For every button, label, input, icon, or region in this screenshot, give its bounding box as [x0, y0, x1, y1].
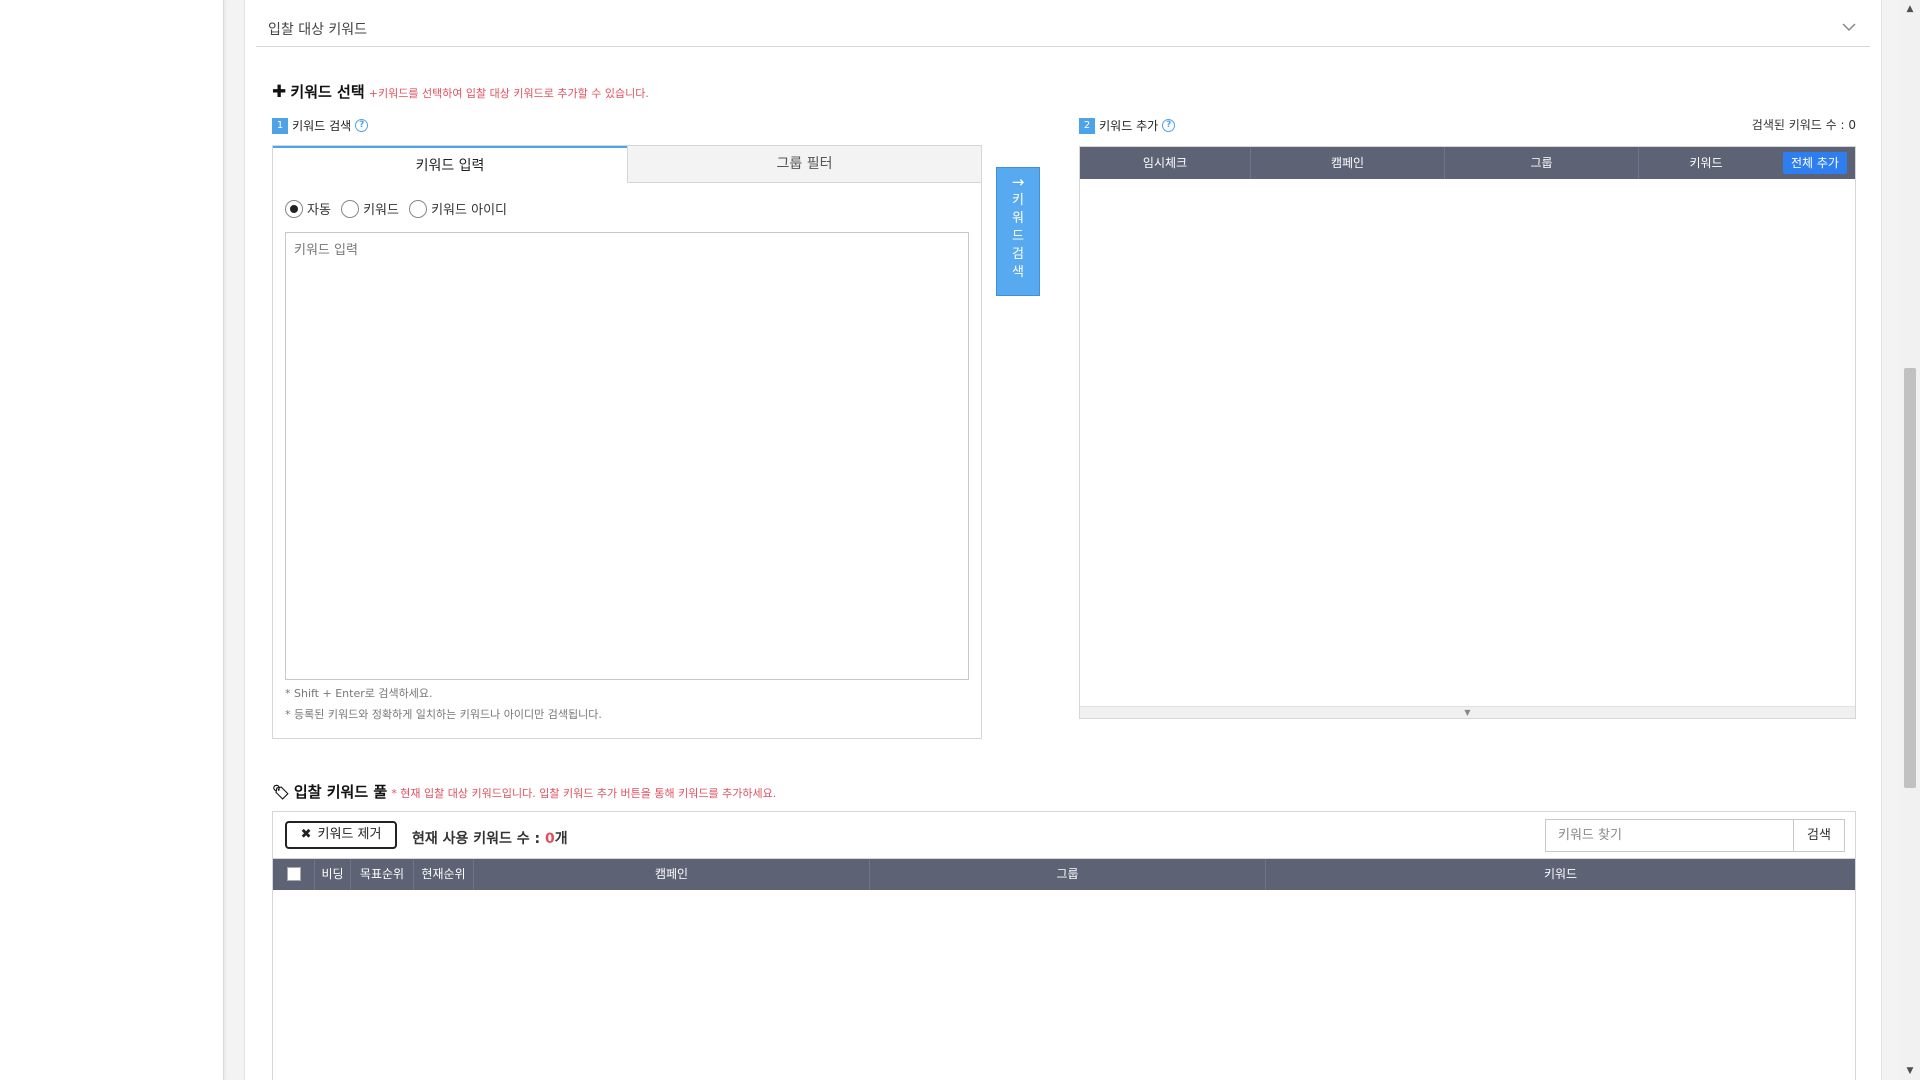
radio-keyword[interactable] — [341, 199, 360, 218]
column-group: 그룹 — [1445, 147, 1639, 179]
keyword-select-description: +키워드를 선택하여 입찰 대상 키워드로 추가할 수 있습니다. — [368, 87, 649, 100]
tab-keyword-input[interactable]: 키워드 입력 — [273, 146, 627, 183]
keyword-input-textarea[interactable] — [285, 232, 969, 680]
keyword-search-panel: 키워드 입력 그룹 필터 자동 키워드 키워드 아이디 * Shift + En… — [272, 145, 982, 739]
column-bidding: 비딩 — [315, 859, 351, 890]
keyword-pool-table-header: 비딩 목표순위 현재순위 캠페인 그룹 키워드 — [273, 859, 1855, 890]
section-title: 입찰 대상 키워드 — [268, 22, 368, 38]
radio-auto[interactable] — [285, 199, 303, 218]
column-campaign: 캠페인 — [474, 859, 870, 890]
arrow-right-icon: → — [1011, 173, 1025, 191]
keyword-search-label: 키워드 검색 — [292, 119, 352, 133]
radio-auto-label: 자동 — [307, 203, 331, 218]
keyword-add-label-row: 2 키워드 추가 ? — [1079, 117, 1176, 134]
radio-keyword-id-label: 키워드 아이디 — [431, 203, 507, 218]
column-keyword: 키워드 — [1689, 156, 1723, 170]
column-campaign: 캠페인 — [1251, 147, 1445, 179]
scrollbar-thumb[interactable] — [1904, 368, 1916, 788]
tags-icon: 🏷 — [272, 785, 290, 801]
plus-icon: ✚ — [272, 82, 287, 102]
keyword-pool-description: * 현재 입찰 대상 키워드입니다. 입찰 키워드 추가 버튼을 통해 키워드를… — [391, 787, 777, 800]
keyword-find-input[interactable] — [1545, 819, 1793, 852]
step-badge-2: 2 — [1079, 117, 1095, 134]
keyword-search-button-label: 키 워 드 검 색 — [1012, 193, 1024, 280]
radio-keyword-id[interactable] — [409, 199, 428, 218]
keyword-pool-title: 입찰 키워드 풀 — [293, 783, 388, 801]
keyword-search-label-row: 1 키워드 검색 ? — [272, 117, 369, 134]
remove-keyword-button[interactable]: ✖ 키워드 제거 — [285, 821, 397, 849]
scroll-down-arrow-icon[interactable]: ▼ — [1900, 1062, 1920, 1080]
select-all-cell — [273, 859, 315, 890]
search-mode-radio-group: 자동 키워드 키워드 아이디 — [285, 199, 513, 218]
column-current-rank: 현재순위 — [414, 859, 474, 890]
column-group: 그룹 — [870, 859, 1266, 890]
scroll-up-arrow-icon[interactable]: ▲ — [1900, 0, 1920, 18]
help-icon[interactable]: ? — [355, 119, 369, 132]
column-keyword: 키워드 — [1543, 867, 1578, 881]
help-icon[interactable]: ? — [1162, 119, 1176, 132]
keyword-pool-heading: 🏷 입찰 키워드 풀 * 현재 입찰 대상 키워드입니다. 입찰 키워드 추가 … — [272, 781, 776, 802]
section-header-bid-keywords[interactable]: 입찰 대상 키워드 — [256, 10, 1870, 47]
add-all-button[interactable]: 전체 추가 — [1783, 152, 1847, 174]
keyword-select-heading: ✚ 키워드 선택 +키워드를 선택하여 입찰 대상 키워드로 추가할 수 있습니… — [272, 81, 649, 102]
left-sidebar — [0, 0, 224, 1080]
keyword-add-table-header: 임시체크 캠페인 그룹 키워드 전체 추가 — [1080, 147, 1855, 179]
column-temp-check: 임시체크 — [1080, 147, 1251, 179]
radio-keyword-label: 키워드 — [363, 203, 399, 218]
keyword-pool-toolbar: ✖ 키워드 제거 현재 사용 키워드 수 : 0개 검색 — [272, 811, 1856, 859]
search-note-exact-match: * 등록된 키워드와 정확하게 일치하는 키워드나 아이디만 검색됩니다. — [285, 708, 602, 721]
column-target-rank: 목표순위 — [351, 859, 414, 890]
keyword-add-label: 키워드 추가 — [1099, 119, 1159, 133]
close-icon: ✖ — [300, 827, 312, 842]
table-scroll-chevron-down-icon[interactable]: ▼ — [1080, 706, 1855, 718]
keyword-search-button[interactable]: → 키 워 드 검 색 — [996, 167, 1040, 296]
keyword-add-panel: 임시체크 캠페인 그룹 키워드 전체 추가 ▼ — [1079, 146, 1856, 719]
keyword-select-title: 키워드 선택 — [290, 83, 365, 101]
searched-keyword-count: 검색된 키워드 수 : 0 — [1751, 118, 1856, 132]
select-all-checkbox[interactable] — [286, 866, 301, 881]
step-badge-1: 1 — [272, 117, 288, 134]
remove-keyword-label: 키워드 제거 — [317, 827, 382, 842]
search-note-shift-enter: * Shift + Enter로 검색하세요. — [285, 687, 433, 700]
tab-group-filter[interactable]: 그룹 필터 — [627, 146, 981, 183]
current-keyword-count: 현재 사용 키워드 수 : 0개 — [412, 831, 568, 847]
keyword-find-button[interactable]: 검색 — [1793, 819, 1845, 852]
chevron-down-icon[interactable] — [1840, 18, 1858, 36]
keyword-pool-table: 비딩 목표순위 현재순위 캠페인 그룹 키워드 — [272, 859, 1856, 1080]
